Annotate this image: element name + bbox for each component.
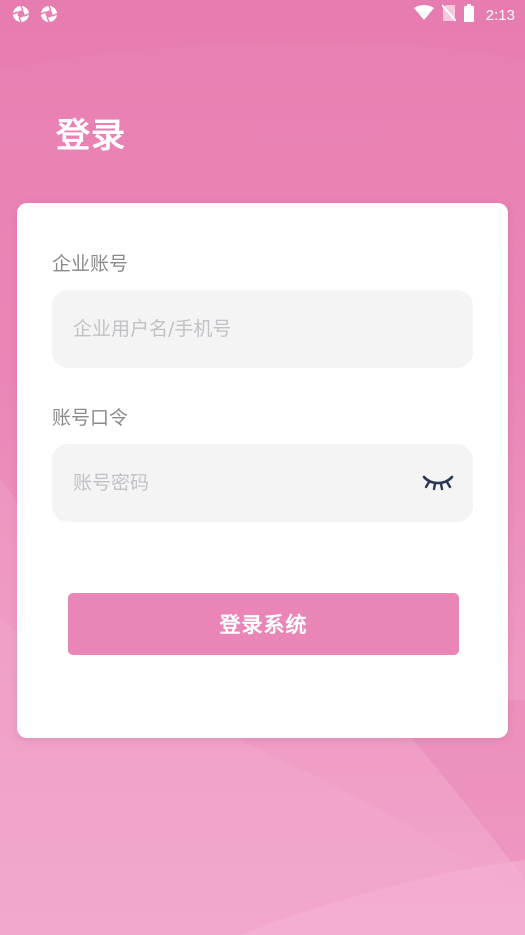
status-bar: 2:13 — [0, 0, 525, 30]
password-input[interactable] — [52, 444, 473, 522]
battery-icon — [463, 4, 474, 26]
aperture-icon — [40, 5, 58, 27]
password-field — [52, 444, 473, 522]
account-field — [52, 290, 473, 368]
login-card: 企业账号 账号口令 登录系统 — [17, 203, 508, 738]
account-label: 企业账号 — [52, 253, 129, 275]
status-time: 2:13 — [485, 6, 515, 24]
aperture-icon — [12, 5, 30, 27]
password-label: 账号口令 — [52, 407, 129, 429]
page-title: 登录 — [56, 116, 126, 156]
eye-closed-icon[interactable] — [421, 471, 455, 495]
status-bar-notifications — [12, 5, 58, 27]
wifi-icon — [413, 5, 434, 25]
status-bar-system: 2:13 — [413, 4, 515, 26]
account-input[interactable] — [52, 290, 473, 368]
no-sim-icon — [441, 4, 457, 26]
login-button[interactable]: 登录系统 — [68, 593, 459, 655]
